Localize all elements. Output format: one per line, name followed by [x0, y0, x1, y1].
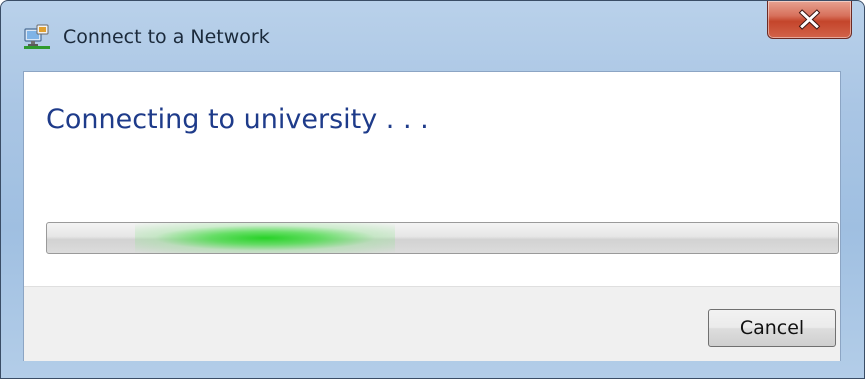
network-connection-icon	[24, 24, 50, 49]
progress-marquee-glow	[135, 223, 395, 253]
cancel-button[interactable]: Cancel	[708, 309, 836, 347]
progress-bar	[46, 222, 839, 254]
button-bar: Cancel	[24, 286, 840, 361]
dialog-content: Connecting to university . . . Cancel	[23, 71, 841, 361]
window-title: Connect to a Network	[63, 26, 270, 48]
title-bar[interactable]: Connect to a Network	[1, 1, 864, 71]
connecting-heading: Connecting to university . . .	[46, 104, 429, 135]
close-button[interactable]	[767, 1, 852, 39]
dialog-window: Connect to a Network Connecting to unive…	[0, 0, 865, 379]
close-icon	[798, 9, 821, 30]
